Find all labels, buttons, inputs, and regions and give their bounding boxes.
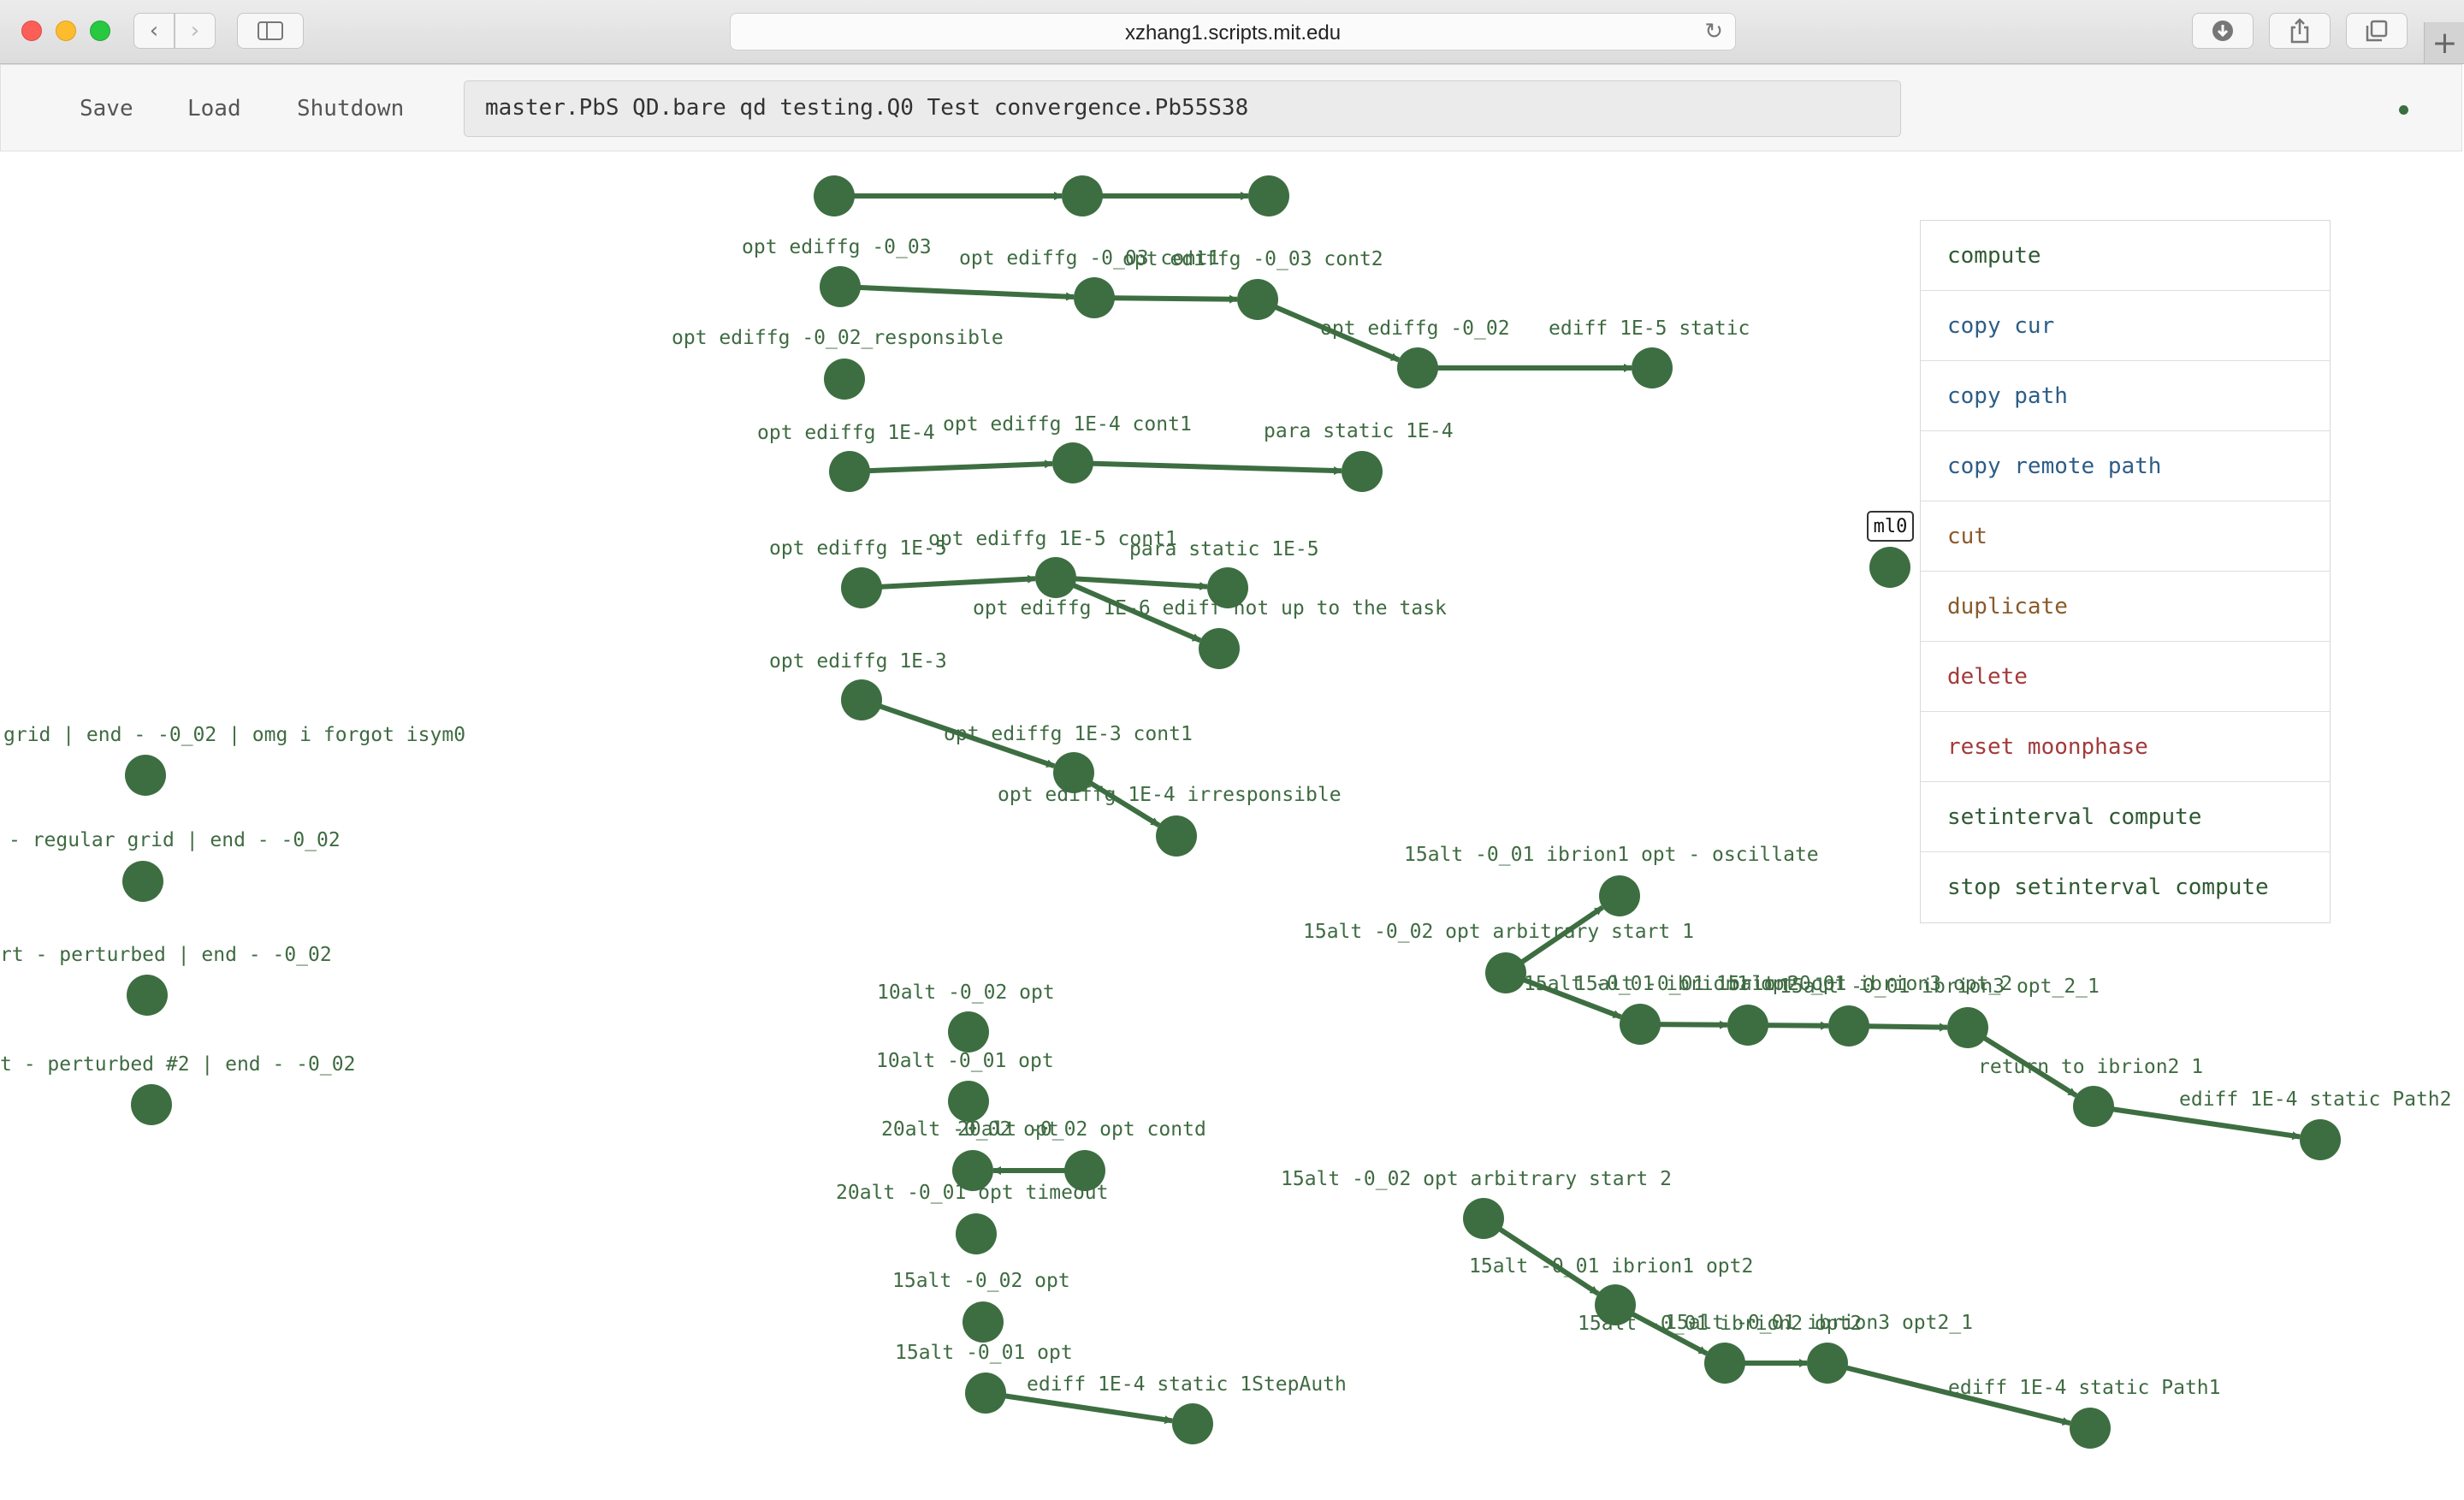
menu-duplicate[interactable]: duplicate xyxy=(1921,572,2330,642)
graph-node[interactable] xyxy=(1632,347,1673,388)
graph-node[interactable] xyxy=(1237,279,1278,320)
graph-node[interactable] xyxy=(1599,875,1640,916)
graph-node[interactable] xyxy=(965,1373,1006,1414)
graph-node[interactable] xyxy=(122,861,163,902)
graph-edge xyxy=(2093,1104,2301,1141)
node-label: 15alt -0_01 opt xyxy=(895,1342,1073,1364)
node-label: opt ediffg -0_02 xyxy=(1320,317,1510,340)
graph-node[interactable] xyxy=(2073,1086,2114,1127)
graph-node[interactable] xyxy=(948,1081,989,1122)
graph-node[interactable] xyxy=(1947,1007,1988,1048)
node-label: - regular grid | end - -0_02 xyxy=(9,829,341,851)
menu-stop-setinterval-compute[interactable]: stop setinterval compute xyxy=(1921,852,2330,922)
node-label: t - perturbed #2 | end - -0_02 xyxy=(0,1053,355,1076)
node-tag-ml0: ml0 xyxy=(1867,511,1914,542)
graph-node[interactable] xyxy=(1807,1343,1848,1384)
graph-node[interactable] xyxy=(1397,347,1438,388)
graph-node[interactable] xyxy=(820,266,861,307)
node-label: 10alt -0_01 opt xyxy=(876,1050,1054,1072)
graph-node[interactable] xyxy=(1199,628,1240,669)
node-label: opt ediffg 1E-3 cont1 xyxy=(944,723,1193,745)
graph-node[interactable] xyxy=(1052,442,1093,483)
graph-node[interactable] xyxy=(2070,1408,2111,1449)
node-label: 15alt -0_01 ibrion1 opt2 xyxy=(1469,1255,1753,1278)
node-label: return to ibrion2 1 xyxy=(1978,1056,2203,1078)
graph-node[interactable] xyxy=(1342,451,1383,492)
node-label: grid | end - -0_02 | omg i forgot isym0 xyxy=(3,724,465,746)
node-label: 15alt -0_01 ibrion3 opt2_1 xyxy=(1665,1312,1973,1334)
node-label: opt ediffg 1E-4 irresponsible xyxy=(998,784,1342,806)
node-label: opt ediffg 1E-3 xyxy=(769,650,947,673)
menu-reset-moonphase[interactable]: reset moonphase xyxy=(1921,712,2330,782)
graph-node[interactable] xyxy=(962,1301,1004,1343)
graph-node[interactable] xyxy=(1074,277,1115,318)
node-label: 15alt -0_02 opt arbitrary start 1 xyxy=(1303,921,1694,943)
node-label: opt ediffg -0_02_responsible xyxy=(672,327,1004,349)
node-label: opt ediffg 1E-6 ediff not up to the task xyxy=(973,597,1447,620)
node-label: ediff 1E-4 static Path1 xyxy=(1948,1377,2221,1399)
graph-node[interactable] xyxy=(1485,952,1526,993)
node-label: ediff 1E-5 static xyxy=(1549,317,1750,340)
graph-node[interactable] xyxy=(1062,175,1103,216)
graph-node[interactable] xyxy=(841,679,882,720)
node-label: 10alt -0_02 opt xyxy=(877,981,1055,1004)
graph-node[interactable] xyxy=(1727,1005,1768,1046)
graph-edge xyxy=(861,574,1037,590)
graph-edge xyxy=(1093,294,1239,304)
node-label: 15alt -0_01 ibrion1 opt - oscillate xyxy=(1404,844,1819,866)
graph-node[interactable] xyxy=(824,359,865,400)
menu-copy-path[interactable]: copy path xyxy=(1921,361,2330,431)
node-label: ediff 1E-4 static Path2 xyxy=(2179,1088,2452,1111)
graph-node[interactable] xyxy=(125,755,166,796)
graph-edge xyxy=(985,1390,1174,1425)
node-label: opt ediffg -0_03 cont2 xyxy=(1122,248,1383,270)
graph-node[interactable] xyxy=(1828,1005,1869,1046)
menu-copy-remote-path[interactable]: copy remote path xyxy=(1921,431,2330,501)
context-menu: compute copy cur copy path copy remote p… xyxy=(1920,220,2331,923)
graph-edge xyxy=(1072,460,1343,476)
menu-copy-cur[interactable]: copy cur xyxy=(1921,291,2330,361)
graph-node[interactable] xyxy=(131,1084,172,1125)
graph-edge xyxy=(839,284,1075,301)
graph-node[interactable] xyxy=(1869,547,1910,588)
graph-node[interactable] xyxy=(127,975,168,1016)
node-label: ediff 1E-4 static 1StepAuth xyxy=(1027,1373,1347,1396)
graph-node[interactable] xyxy=(2300,1119,2341,1160)
graph-node[interactable] xyxy=(956,1213,997,1254)
node-label: rt - perturbed | end - -0_02 xyxy=(0,944,332,966)
graph-node[interactable] xyxy=(1248,175,1289,216)
graph-node[interactable] xyxy=(841,567,882,608)
graph-node[interactable] xyxy=(814,175,855,216)
node-label: opt ediffg 1E-4 xyxy=(757,422,935,444)
node-label: 20alt -0_02 opt contd xyxy=(957,1118,1206,1141)
graph-node[interactable] xyxy=(1463,1198,1504,1239)
graph-node[interactable] xyxy=(1620,1004,1661,1045)
node-label: 15alt -0_02 opt xyxy=(892,1270,1070,1292)
graph-node[interactable] xyxy=(948,1011,989,1052)
menu-cut[interactable]: cut xyxy=(1921,501,2330,572)
node-label: 15alt -0_01 ibrion3 opt_2_1 xyxy=(1780,975,2100,998)
graph-node[interactable] xyxy=(1035,557,1076,598)
graph-node[interactable] xyxy=(1156,815,1197,857)
graph-node[interactable] xyxy=(829,451,870,492)
node-label: 15alt -0_02 opt arbitrary start 2 xyxy=(1281,1168,1672,1190)
graph-node[interactable] xyxy=(1172,1403,1213,1444)
node-label: opt ediffg -0_03 xyxy=(742,236,932,258)
graph-node[interactable] xyxy=(1704,1343,1745,1384)
node-label: 20alt -0_01 opt timeout xyxy=(836,1182,1109,1204)
node-label: para static 1E-4 xyxy=(1264,420,1454,442)
graph-edge xyxy=(849,459,1054,474)
menu-delete[interactable]: delete xyxy=(1921,642,2330,712)
node-label: opt ediffg 1E-4 cont1 xyxy=(943,413,1192,436)
node-label: para static 1E-5 xyxy=(1129,538,1319,560)
menu-compute[interactable]: compute xyxy=(1921,221,2330,291)
menu-setinterval-compute[interactable]: setinterval compute xyxy=(1921,782,2330,852)
node-label: opt ediffg 1E-5 xyxy=(769,537,947,560)
